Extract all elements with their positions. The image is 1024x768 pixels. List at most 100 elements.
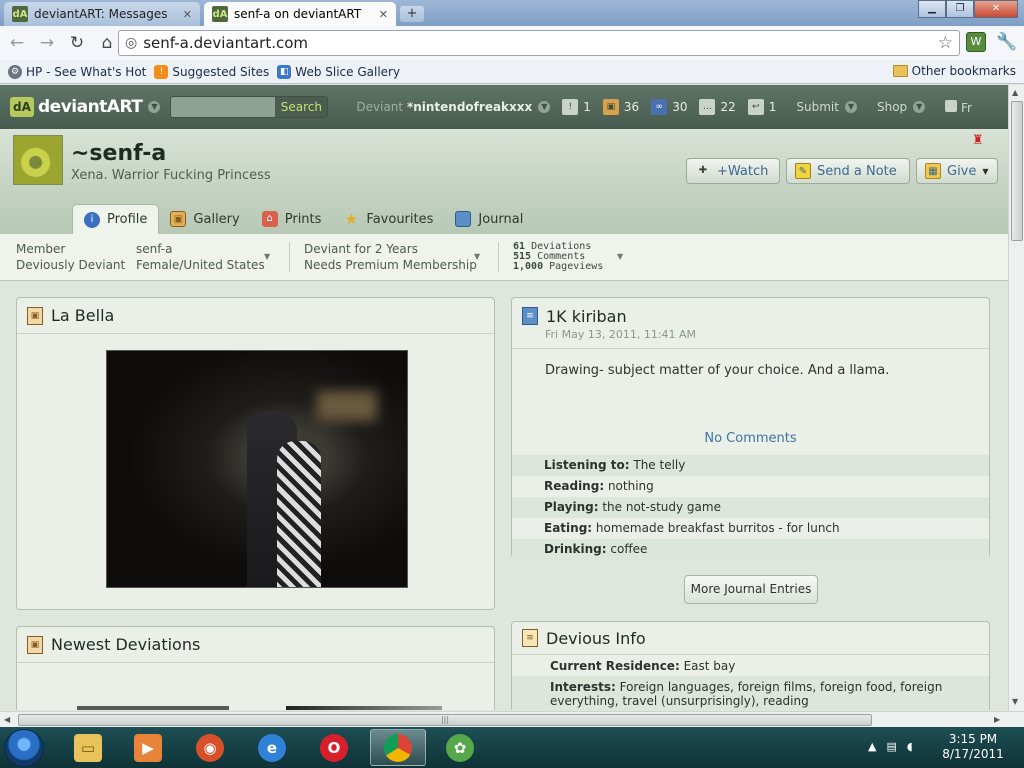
search-button[interactable]: Search — [275, 97, 328, 117]
chevron-down-icon[interactable]: ▼ — [264, 252, 270, 261]
maximize-icon[interactable]: ❐ — [946, 0, 974, 18]
user-info[interactable]: senf-a Female/United States — [136, 241, 265, 273]
watch-count[interactable]: ∞ 30 — [651, 99, 687, 115]
tab-profile-page[interactable]: i Profile — [72, 204, 160, 234]
clock[interactable]: 3:15 PM 8/17/2011 — [940, 732, 1006, 762]
taskbar-chrome[interactable] — [370, 729, 426, 766]
submit-menu[interactable]: Submit — [796, 100, 839, 114]
tab-favourites[interactable]: ★ Favourites — [332, 204, 444, 234]
scrollbar-thumb[interactable]: ||| — [18, 714, 872, 726]
chevron-down-icon[interactable]: ▼ — [844, 101, 857, 113]
close-tab-icon[interactable]: ✕ — [379, 8, 388, 21]
taskbar-opera[interactable]: O — [306, 729, 362, 766]
friends-menu[interactable]: Fr — [945, 99, 972, 115]
deviantart-logo-icon: dA — [10, 97, 34, 117]
reload-icon[interactable]: ↻ — [64, 30, 90, 56]
show-hidden-icons-icon[interactable]: ▲ — [868, 740, 876, 753]
address-bar[interactable]: ◎ senf-a.deviantart.com ☆ — [118, 30, 960, 56]
home-icon[interactable]: ⌂ — [94, 30, 120, 56]
tab-journal[interactable]: Journal — [444, 204, 534, 234]
journal-comments-link[interactable]: No Comments — [512, 423, 989, 455]
tab-prints[interactable]: ⌂ Prints — [251, 204, 333, 234]
notices-count[interactable]: ! 1 — [562, 99, 591, 115]
chevron-down-icon[interactable]: ▼ — [617, 252, 623, 261]
deviation-thumbnail[interactable] — [286, 706, 442, 710]
count: 1 — [583, 100, 591, 114]
scroll-up-icon[interactable]: ▲ — [1012, 88, 1018, 97]
folder-icon: ▭ — [74, 733, 102, 762]
panel-header: ▣ La Bella — [17, 298, 494, 334]
close-tab-icon[interactable]: ✕ — [183, 8, 192, 21]
chevron-down-icon[interactable]: ▼ — [913, 101, 926, 113]
watch-button[interactable]: ✚ +Watch — [686, 158, 780, 184]
taskbar-messenger[interactable]: ✿ — [432, 729, 488, 766]
scroll-left-icon[interactable]: ◀ — [4, 715, 10, 724]
shop-menu[interactable]: Shop — [877, 100, 907, 114]
vertical-scrollbar[interactable]: ▲ ▼ — [1008, 85, 1024, 711]
scrollbar-thumb[interactable] — [1011, 101, 1023, 241]
close-window-icon[interactable]: ✕ — [974, 0, 1018, 18]
start-button[interactable] — [4, 729, 44, 767]
deviantart-logo[interactable]: dA deviantART — [10, 97, 143, 117]
tab-profile[interactable]: dA senf-a on deviantART ✕ — [204, 2, 396, 26]
scroll-down-icon[interactable]: ▼ — [1012, 697, 1018, 706]
deviations-count[interactable]: ▣ 36 — [602, 99, 639, 115]
clock-date: 8/17/2011 — [942, 747, 1004, 761]
windows-taskbar: ▭ ▶ ◉ e O ✿ ▲ ▤ ◖ 3:15 PM 8/17/2011 — [0, 727, 1024, 768]
chevron-down-icon[interactable]: ▼ — [474, 252, 480, 261]
taskbar-firefox[interactable]: ◉ — [182, 729, 238, 766]
mood-reading: Reading: nothing — [512, 476, 989, 497]
photo-figure — [277, 441, 321, 587]
send-note-button[interactable]: ✎ Send a Note — [786, 158, 910, 184]
bookmark-web-slice[interactable]: ◧ Web Slice Gallery — [277, 64, 400, 79]
comments-count[interactable]: … 22 — [699, 99, 736, 115]
activity-counts[interactable]: 61 Deviations 515 Comments 1,000 Pagevie… — [513, 242, 603, 272]
tab-label: senf-a on deviantART — [234, 7, 362, 21]
search-input[interactable]: Search — [170, 96, 329, 118]
pageviews-stat: 1,000 Pageviews — [513, 262, 603, 272]
profile-name[interactable]: ~senf-a — [71, 141, 166, 166]
deviantart-favicon: dA — [212, 6, 228, 22]
minimize-icon[interactable]: ▁ — [918, 0, 946, 18]
taskbar-media-player[interactable]: ▶ — [120, 729, 176, 766]
taskbar-internet-explorer[interactable]: e — [244, 729, 300, 766]
give-button[interactable]: ▦ Give ▼ — [916, 158, 998, 184]
deviant-info[interactable]: Deviant for 2 Years Needs Premium Member… — [304, 241, 477, 273]
chevron-down-icon[interactable]: ▼ — [148, 101, 161, 113]
chevron-down-icon[interactable]: ▼ — [538, 101, 551, 113]
volume-icon[interactable]: ◖ — [907, 740, 913, 753]
other-bookmarks[interactable]: Other bookmarks — [892, 64, 1016, 78]
scroll-right-icon[interactable]: ▶ — [994, 715, 1000, 724]
bookmark-suggested-sites[interactable]: ! Suggested Sites — [154, 64, 269, 79]
gift-icon[interactable]: ♜ — [972, 133, 988, 149]
bookmark-star-icon[interactable]: ☆ — [938, 33, 953, 53]
taskbar-explorer[interactable]: ▭ — [60, 729, 116, 766]
panel-header: ≡ Devious Info — [512, 622, 989, 655]
wrench-icon[interactable]: 🔧 — [996, 32, 1017, 52]
submit-label: Submit — [796, 100, 839, 114]
back-arrow-icon[interactable]: ← — [4, 30, 30, 56]
user-handle: senf-a — [136, 242, 173, 256]
tab-gallery[interactable]: ▣ Gallery — [159, 204, 250, 234]
journal-title[interactable]: 1K kiriban — [546, 307, 627, 326]
new-tab-button[interactable]: + — [400, 6, 424, 22]
logged-in-user[interactable]: Deviant *nintendofreakxxx — [356, 100, 532, 114]
more-journal-entries-button[interactable]: More Journal Entries — [684, 575, 818, 604]
window-controls: ▁ ❐ ✕ — [918, 0, 1018, 18]
forward-arrow-icon[interactable]: → — [34, 30, 60, 56]
deviation-icon: ▣ — [27, 306, 43, 325]
featured-title[interactable]: La Bella — [51, 306, 114, 325]
mood-value: The telly — [633, 458, 686, 472]
featured-image[interactable] — [106, 350, 408, 588]
tab-messages[interactable]: dA deviantART: Messages ✕ — [4, 2, 200, 26]
count: 1 — [768, 100, 777, 114]
deviation-thumbnail[interactable] — [77, 706, 229, 710]
avatar[interactable] — [13, 135, 63, 185]
network-icon[interactable]: ▤ — [886, 740, 896, 753]
replies-count[interactable]: ↩ 1 — [747, 99, 777, 115]
count: 30 — [672, 100, 688, 114]
bookmark-hp[interactable]: ⚙ HP - See What's Hot — [8, 64, 146, 79]
extension-icon[interactable]: W — [966, 32, 986, 52]
horizontal-scrollbar[interactable]: ◀ ||| ▶ — [0, 711, 1024, 727]
member-type: Deviously Deviant — [16, 258, 126, 272]
